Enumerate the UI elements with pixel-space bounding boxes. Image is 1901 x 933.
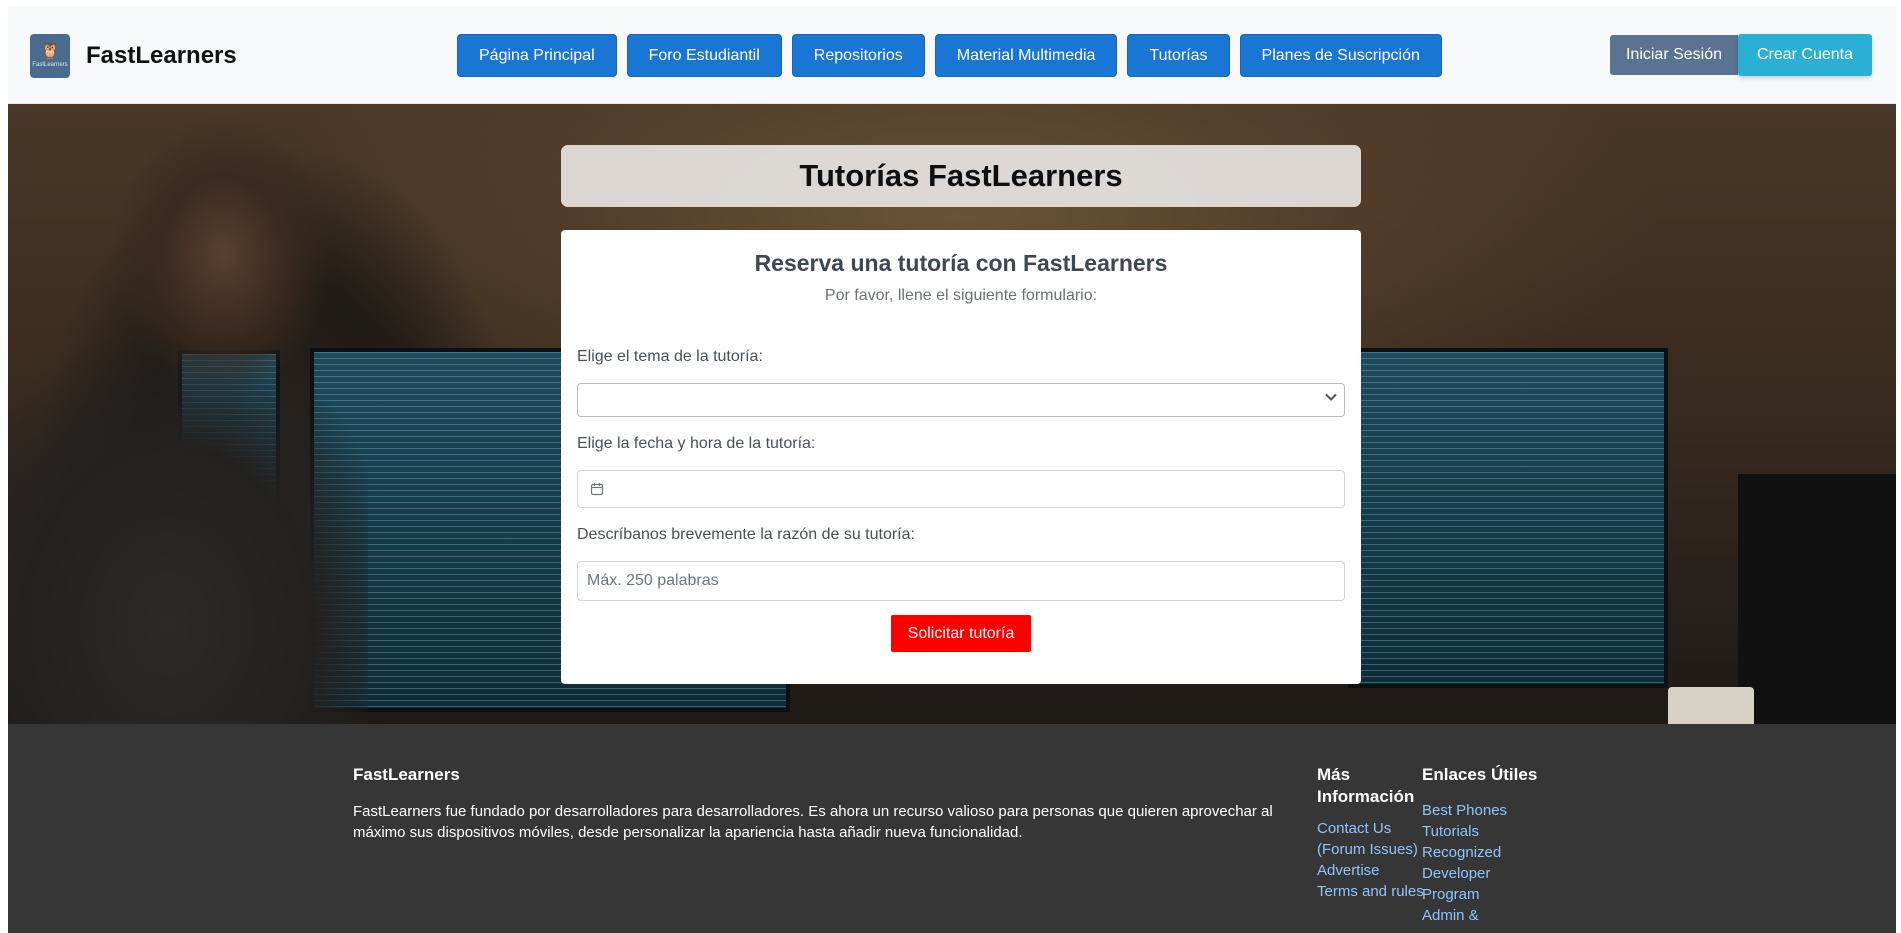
nav-forum-button[interactable]: Foro Estudiantil xyxy=(626,34,782,77)
footer-useful-links: Enlaces Útiles Best Phones Tutorials Rec… xyxy=(1422,764,1552,926)
page-title-card: Tutorías FastLearners xyxy=(561,145,1361,207)
nav-home-button[interactable]: Página Principal xyxy=(457,34,617,77)
form-subheading: Por favor, llene el siguiente formulario… xyxy=(824,287,1098,304)
login-button[interactable]: Iniciar Sesión xyxy=(1610,35,1738,75)
owl-glyph: 🦉 xyxy=(40,42,60,60)
topic-label: Elige el tema de la tutoría: xyxy=(577,348,763,365)
footer: FastLearners FastLearners fue fundado po… xyxy=(8,724,1896,933)
footer-useful-title: Enlaces Útiles xyxy=(1422,765,1538,784)
owl-logo-icon: 🦉 FastLearners xyxy=(30,34,70,78)
footer-more-links: Contact Us (Forum Issues) Advertise Term… xyxy=(1317,818,1427,902)
footer-about-title: FastLearners xyxy=(353,765,460,784)
page-title: Tutorías FastLearners xyxy=(799,158,1123,193)
footer-link-tutorials[interactable]: Tutorials xyxy=(1422,821,1552,842)
footer-link-advertise[interactable]: Advertise xyxy=(1317,860,1427,881)
background-monitor-right xyxy=(1348,348,1668,688)
main-nav: Página Principal Foro Estudiantil Reposi… xyxy=(457,34,1452,77)
topic-select[interactable] xyxy=(577,383,1345,417)
nav-plans-button[interactable]: Planes de Suscripción xyxy=(1239,34,1442,77)
hero-section: Tutorías FastLearners Reserva una tutorí… xyxy=(8,104,1896,724)
footer-link-admin[interactable]: Admin & xyxy=(1422,905,1552,926)
background-person xyxy=(8,104,368,724)
brand-name: FastLearners xyxy=(86,42,237,69)
nav-tutorials-button[interactable]: Tutorías xyxy=(1127,34,1230,77)
form-heading: Reserva una tutoría con FastLearners xyxy=(754,250,1168,276)
nav-multimedia-button[interactable]: Material Multimedia xyxy=(934,34,1118,77)
logo-text: FastLearners xyxy=(32,61,68,68)
footer-link-best-phones[interactable]: Best Phones xyxy=(1422,800,1552,821)
reason-label: Descríbanos brevemente la razón de su tu… xyxy=(577,526,915,543)
footer-more-title: Más Información xyxy=(1317,765,1415,806)
date-label: Elige la fecha y hora de la tutoría: xyxy=(577,435,816,452)
footer-useful-list: Best Phones Tutorials Recognized Develop… xyxy=(1422,800,1552,926)
footer-more-info: Más Información Contact Us (Forum Issues… xyxy=(1317,764,1427,902)
footer-link-contact[interactable]: Contact Us (Forum Issues) xyxy=(1317,818,1427,860)
submit-tutoring-button[interactable]: Solicitar tutoría xyxy=(891,615,1031,652)
footer-about: FastLearners FastLearners fue fundado po… xyxy=(353,764,1323,843)
footer-link-developer-program[interactable]: Recognized Developer Program xyxy=(1422,842,1552,905)
brand[interactable]: 🦉 FastLearners FastLearners xyxy=(30,34,237,78)
footer-about-text: FastLearners fue fundado por desarrollad… xyxy=(353,803,1273,841)
tutoring-form: Reserva una tutoría con FastLearners Por… xyxy=(561,230,1361,684)
background-mug xyxy=(1668,687,1754,724)
date-time-input[interactable] xyxy=(577,470,1345,508)
nav-repositories-button[interactable]: Repositorios xyxy=(791,34,925,77)
background-speaker xyxy=(1738,474,1896,724)
auth-buttons: Iniciar Sesión Crear Cuenta xyxy=(1610,34,1872,76)
register-button[interactable]: Crear Cuenta xyxy=(1738,34,1872,76)
navbar: 🦉 FastLearners FastLearners Página Princ… xyxy=(8,6,1896,104)
footer-link-terms[interactable]: Terms and rules xyxy=(1317,881,1427,902)
chevron-down-icon xyxy=(1324,390,1338,410)
reason-input[interactable] xyxy=(577,561,1345,601)
calendar-icon[interactable] xyxy=(590,482,604,496)
